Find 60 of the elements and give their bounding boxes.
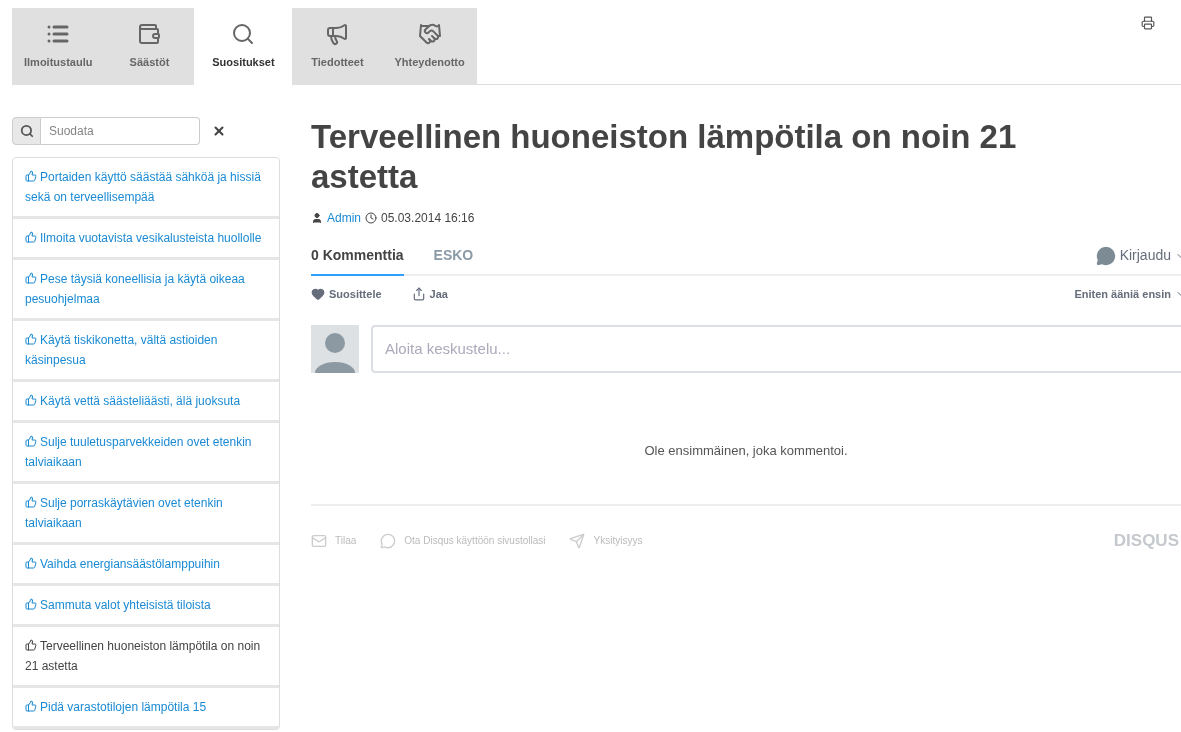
mail-icon bbox=[311, 532, 327, 549]
send-icon bbox=[569, 532, 586, 549]
megaphone-icon bbox=[325, 22, 350, 47]
recommendation-link[interactable]: Vaihda energiansäästölamppuihin bbox=[13, 545, 279, 586]
nav-tab[interactable]: Tiedotteet bbox=[292, 8, 383, 85]
clock-icon bbox=[365, 212, 377, 224]
speech-bubble-icon bbox=[380, 532, 397, 549]
search-button[interactable] bbox=[12, 117, 41, 145]
comments-tab[interactable]: 0 Kommenttia bbox=[311, 245, 404, 276]
speech-bubble-icon bbox=[1095, 245, 1116, 266]
footer-link[interactable]: Tilaa bbox=[311, 532, 357, 549]
search-icon bbox=[231, 22, 256, 47]
recommendation-link[interactable]: Pese täysiä koneellisia ja käytä oikeaa pesuohjelmaa bbox=[13, 260, 279, 321]
recommendation-link[interactable]: Sulje porraskäytävien ovet etenkin talviaikaan bbox=[13, 484, 279, 545]
user-icon bbox=[311, 212, 323, 224]
empty-comments-message: Ole ensimmäinen, joka kommentoi. bbox=[643, 441, 849, 460]
thumbs-up-icon bbox=[25, 435, 37, 448]
print-icon[interactable] bbox=[1141, 16, 1155, 30]
nav-tab[interactable]: Ilmoitustaulu bbox=[12, 8, 105, 85]
recommendation-link[interactable]: Sulje tuuletusparvekkeiden ovet etenkin talviaikaan bbox=[13, 423, 279, 484]
login-button[interactable]: Kirjaudu bbox=[1095, 245, 1181, 274]
sort-dropdown[interactable]: Eniten ääniä ensin bbox=[1074, 286, 1181, 303]
recommendation-link[interactable]: Ilmoita vuotavista vesikalusteista huollolle bbox=[13, 219, 279, 260]
thumbs-up-icon bbox=[25, 700, 37, 713]
thumbs-up-icon bbox=[25, 598, 37, 611]
share-button[interactable]: Jaa bbox=[411, 286, 448, 303]
comments-tab[interactable]: ESKO bbox=[433, 245, 474, 276]
thumbs-up-icon bbox=[25, 394, 37, 407]
recommendation-link[interactable]: Pidä varastotilojen lämpötila 15 bbox=[13, 688, 279, 729]
nav-tab[interactable]: Yhteydenotto bbox=[382, 8, 477, 85]
search-icon bbox=[19, 124, 34, 138]
article-title: Terveellinen huoneiston lämpötila on noin 21 astetta bbox=[311, 117, 1018, 197]
thumbs-up-icon bbox=[25, 557, 37, 570]
recommendation-link[interactable]: Terveellinen huoneiston lämpötila on noin 21 astetta bbox=[13, 627, 279, 688]
nav-tab[interactable]: Säästöt bbox=[104, 8, 195, 85]
handshake-icon bbox=[417, 22, 442, 47]
footer-link[interactable]: Yksityisyys bbox=[569, 532, 643, 549]
purse-icon bbox=[137, 22, 162, 47]
recommendation-link[interactable]: Käytä vettä säästeliäästi, älä juoksuta bbox=[13, 382, 279, 423]
brand-logo: DISQUS bbox=[1113, 530, 1179, 552]
thumbs-up-icon bbox=[25, 333, 37, 346]
author-link[interactable]: Admin bbox=[327, 209, 361, 227]
heart-icon bbox=[311, 287, 325, 302]
recommendation-link[interactable]: Sammuta valot yhteisistä tiloista bbox=[13, 586, 279, 627]
thumbs-up-icon bbox=[25, 272, 37, 285]
thumbs-up-icon bbox=[25, 639, 37, 652]
recommendation-link[interactable]: Käytä tiskikonetta, vältä astioiden käsinpesua bbox=[13, 321, 279, 382]
thumbs-up-icon bbox=[25, 231, 37, 244]
comment-field[interactable]: Aloita keskustelu... bbox=[371, 324, 1181, 373]
thumbs-up-icon bbox=[25, 170, 37, 183]
recommend-button[interactable]: Suosittele bbox=[311, 286, 382, 303]
footer-link[interactable]: Ota Disqus käyttöön sivustollasi bbox=[380, 532, 546, 549]
share-icon bbox=[411, 287, 426, 302]
nav-tab[interactable]: Suositukset bbox=[194, 8, 293, 85]
filter-field[interactable]: Suodata bbox=[41, 117, 200, 145]
clear-icon[interactable] bbox=[212, 124, 226, 138]
thumbs-up-icon bbox=[25, 496, 37, 509]
recommendation-link[interactable]: Portaiden käyttö säästää sähköä ja hissiä sekä on terveellisempää bbox=[13, 158, 279, 219]
post-date: 05.03.2014 16:16 bbox=[381, 210, 475, 227]
avatar-placeholder bbox=[311, 324, 359, 373]
